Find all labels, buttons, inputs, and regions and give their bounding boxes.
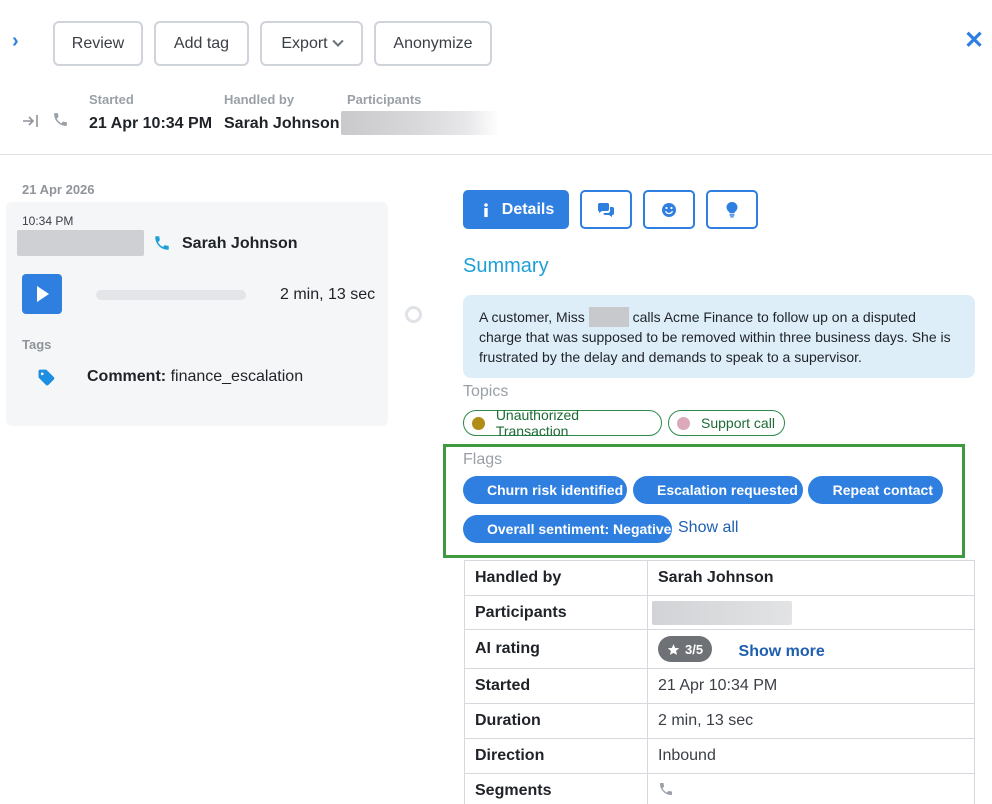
tab-details[interactable]: Details [463,190,569,229]
tab-sentiment[interactable] [643,190,695,229]
row-key: Handled by [464,560,648,596]
row-key: Duration [464,703,648,739]
tags-label: Tags [22,337,52,352]
flags-label: Flags [463,451,503,468]
show-all-flags-link[interactable]: Show all [678,519,738,537]
star-icon [667,643,680,655]
row-value [647,595,975,630]
play-button[interactable] [22,274,62,314]
flag-chip-overall-sentiment[interactable]: Overall sentiment: Negative [463,515,672,543]
started-value: 21 Apr 10:34 PM [89,115,213,132]
timeline-marker [405,306,422,323]
ai-rating-badge: 3/5 [658,636,713,662]
tab-insights[interactable] [706,190,758,229]
row-value: 2 min, 13 sec [647,703,975,739]
row-value [647,773,975,804]
comment-label: Comment: [87,368,167,385]
phone-icon [155,236,169,250]
tab-transcript[interactable] [580,190,632,229]
phone-icon [54,113,67,126]
call-time: 10:34 PM [22,214,74,228]
row-value: 21 Apr 10:34 PM [647,668,975,704]
topic-chip-unauthorized-transaction[interactable]: Unauthorized Transaction [463,407,662,439]
caller-redacted [17,230,144,256]
smiley-icon [662,202,676,217]
participants-redacted [341,111,499,135]
chevron-down-icon [331,35,344,47]
show-more-link[interactable]: Show more [739,643,825,660]
table-row: Started 21 Apr 10:34 PM [464,668,975,704]
table-row: Segments [464,773,975,804]
comment-tag: Comment: finance_escalation [87,368,303,386]
tag-icon [38,369,55,386]
participants-redacted [652,600,792,625]
flag-chip-repeat-contact[interactable]: Repeat contact [808,476,943,504]
phone-icon [660,782,672,795]
inbound-arrow-icon [23,115,38,127]
topic-color-dot [472,416,485,430]
details-table: Handled by Sarah Johnson Participants AI… [464,560,975,804]
table-row: Duration 2 min, 13 sec [464,703,975,739]
row-key: Started [464,668,648,704]
table-row: Participants [464,595,975,630]
close-icon[interactable]: ✕ [964,29,984,53]
handled-by-label: Handled by [224,92,295,107]
comment-value: finance_escalation [170,368,304,385]
timeline-date: 21 Apr 2026 [22,182,95,197]
summary-title: Summary [463,255,549,277]
lightbulb-icon [726,202,738,218]
row-key: AI rating [464,629,648,669]
call-agent-name: Sarah Johnson [182,235,298,252]
add-tag-button[interactable]: Add tag [154,21,249,66]
info-icon [483,202,488,217]
flag-chip-escalation-requested[interactable]: Escalation requested [633,476,803,504]
handled-by-value: Sarah Johnson [224,115,340,132]
row-key: Direction [464,738,648,774]
row-key: Segments [464,773,648,804]
topic-color-dot [677,416,690,430]
table-row: Handled by Sarah Johnson [464,560,975,596]
row-value: Inbound [647,738,975,774]
chat-bubbles-icon [598,202,614,217]
table-row: Direction Inbound [464,738,975,774]
export-dropdown-button[interactable]: Export [260,21,363,66]
call-duration: 2 min, 13 sec [280,286,376,303]
row-value: 3/5 Show more [647,629,975,669]
flag-icon [820,489,821,491]
flag-chip-churn-risk[interactable]: Churn risk identified [463,476,627,504]
expand-panel-chevron-icon[interactable]: › [12,31,26,51]
participants-label: Participants [347,92,422,107]
started-label: Started [89,92,134,107]
anonymize-button[interactable]: Anonymize [374,21,492,66]
playback-progress-bar[interactable] [96,290,246,300]
summary-text: A customer, Miss calls Acme Finance to f… [463,295,975,378]
header-divider [0,154,992,155]
topic-chip-support-call[interactable]: Support call [668,410,785,436]
table-row: AI rating 3/5 Show more [464,629,975,669]
row-key: Participants [464,595,648,630]
topics-label: Topics [463,383,509,400]
row-value: Sarah Johnson [647,560,975,596]
review-button[interactable]: Review [53,21,143,66]
customer-name-redacted [588,307,629,327]
